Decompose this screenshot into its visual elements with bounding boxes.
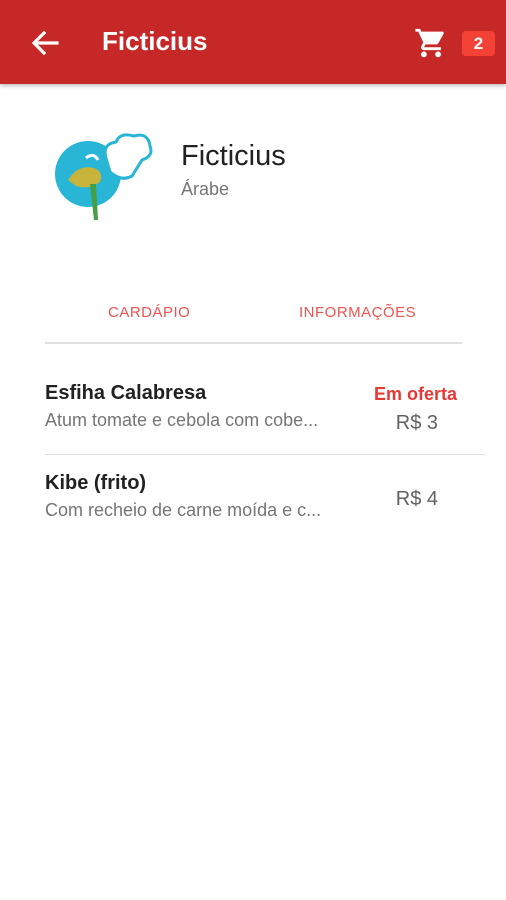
arrow-left-icon [31,30,59,56]
tab-bar: CARDÁPIO INFORMAÇÕES [45,290,462,344]
shopping-cart-icon [415,28,444,58]
menu-item-description: Com recheio de carne moída e c... [45,500,322,520]
app-title: Ficticius [102,26,208,56]
menu-item-esfiha[interactable]: Esfiha Calabresa Atum tomate e cebola co… [45,382,485,442]
offer-badge: Em oferta [373,384,457,404]
restaurant-name: Ficticius [181,140,286,172]
restaurant-category: Árabe [181,179,230,199]
cart-button[interactable] [414,26,448,60]
tab-informacoes[interactable]: INFORMAÇÕES [299,304,416,321]
menu-item-price: R$ 3 [395,412,438,434]
menu-item-kibe[interactable]: Kibe (frito) Com recheio de carne moída … [45,472,485,532]
app-bar: Ficticius 2 [0,0,506,84]
tabs-divider [45,342,462,344]
back-button[interactable] [30,30,60,56]
menu-item-name: Esfiha Calabresa [45,382,207,404]
row-divider [45,454,485,455]
cart-count-badge: 2 [462,31,495,56]
restaurant-logo [50,128,154,224]
chef-hat-logo [55,133,153,220]
menu-item-price: R$ 4 [395,488,438,510]
menu-item-name: Kibe (frito) [45,472,147,494]
tab-cardapio[interactable]: CARDÁPIO [108,304,190,321]
menu-item-description: Atum tomate e cebola com cobe... [45,410,319,430]
